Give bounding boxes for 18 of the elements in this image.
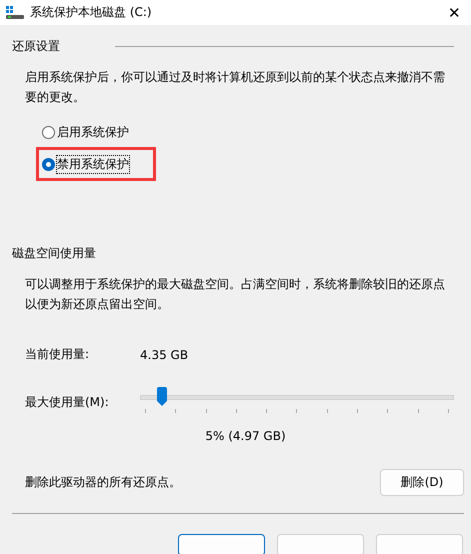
radio-option[interactable]: 启用系统保护 xyxy=(42,122,129,142)
description: 启用系统保护后，你可以通过及时将计算机还原到以前的某个状态点来撤消不需要的更改。 xyxy=(25,69,446,106)
description: 可以调整用于系统保护的最大磁盘空间。占满空间时，系统将删除较旧的还原点以便为新还原点留出空间。 xyxy=(25,276,446,313)
close-button[interactable]: ✕ xyxy=(444,4,465,22)
description: 删除此驱动器的所有还原点。 xyxy=(25,474,181,491)
slider-thumb[interactable] xyxy=(156,387,168,407)
dialog-button[interactable] xyxy=(178,534,265,554)
field-label: 当前使用量: xyxy=(25,346,90,363)
slider-track[interactable] xyxy=(140,395,454,400)
section-heading: 磁盘空间使用量 xyxy=(12,244,96,262)
section-heading: 还原设置 xyxy=(12,38,60,54)
usage-reading: 5% (4.97 GB) xyxy=(204,429,287,443)
field-label: 最大使用量(M): xyxy=(25,394,110,410)
drive-icon xyxy=(6,6,24,20)
radio-option[interactable]: 禁用系统保护 xyxy=(42,154,129,174)
delete-button[interactable]: 删除(D) xyxy=(380,469,464,496)
window-title: 系统保护本地磁盘 (C:) xyxy=(30,4,152,21)
usage-value: 4.35 GB xyxy=(140,348,188,362)
